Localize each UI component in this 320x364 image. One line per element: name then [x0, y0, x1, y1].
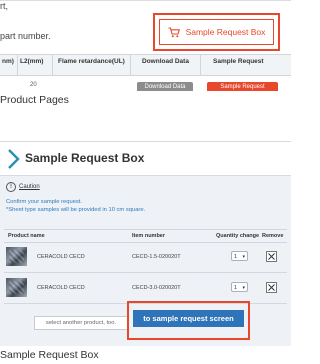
confirm-line1: Confirm your sample request. — [6, 199, 83, 205]
col-header-sample-request: Sample Request — [213, 58, 264, 65]
item-product-name: CERACOLD CECD — [37, 254, 85, 260]
header-quantity-change: Quantity change — [216, 233, 260, 239]
chevron-right-icon — [8, 149, 20, 169]
close-icon — [268, 284, 275, 291]
close-icon — [268, 253, 275, 260]
col-header-download: Download Data — [142, 58, 189, 65]
select-another-product-button[interactable]: select another product, too. — [34, 316, 128, 330]
info-icon: ! — [6, 182, 16, 192]
table-row: 20 Download Data Sample Request — [0, 75, 291, 91]
request-screen-highlight: to sample request screen — [127, 301, 250, 340]
caption-sample-request-box: Sample Request Box — [0, 349, 99, 361]
sample-request-button[interactable]: Sample Request — [207, 82, 278, 91]
sample-request-box-label: Sample Request Box — [185, 27, 266, 37]
confirm-line2: *Sheet type samples will be provided in … — [6, 207, 146, 213]
caution-label: Caution — [19, 184, 40, 190]
intro-text-line2: part number. — [0, 31, 51, 41]
item-product-name: CERACOLD CECD — [37, 285, 85, 291]
table-cell-value: 20 — [30, 82, 37, 88]
list-item: CERACOLD CECD CECD-1.5-020020T 1 ▾ — [4, 242, 287, 273]
remove-button[interactable] — [266, 282, 277, 293]
product-thumbnail — [6, 247, 27, 266]
quantity-value: 1 — [234, 285, 238, 291]
confirm-instructions: Confirm your sample request. *Sheet type… — [6, 198, 145, 214]
caution-link[interactable]: ! Caution — [6, 182, 40, 192]
sample-request-box-header: Sample Request Box — [0, 142, 291, 176]
sample-list-header: Product name Item number Quantity change… — [4, 229, 287, 243]
chevron-down-icon: ▾ — [242, 254, 245, 260]
header-remove: Remove — [262, 233, 284, 239]
header-item-number: Item number — [132, 233, 166, 239]
list-item: CERACOLD CECD CECD-3.0-020020T 1 ▾ — [4, 273, 287, 304]
quantity-select[interactable]: 1 ▾ — [231, 282, 248, 292]
sample-request-box-button[interactable]: Sample Request Box — [159, 19, 274, 45]
chevron-down-icon: ▾ — [242, 285, 245, 291]
caption-product-pages: Product Pages — [0, 94, 69, 106]
item-number: CECD-3.0-020020T — [132, 285, 181, 291]
item-number: CECD-1.5-020020T — [132, 254, 181, 260]
remove-button[interactable] — [266, 251, 277, 262]
product-table: nm) L2(mm) Flame retardance(UL) Download… — [0, 54, 291, 91]
quantity-select[interactable]: 1 ▾ — [231, 251, 248, 261]
cart-icon — [168, 26, 180, 38]
product-thumbnail — [6, 278, 27, 297]
download-data-button[interactable]: Download Data — [137, 82, 193, 91]
col-header-l1: nm) — [2, 58, 14, 65]
intro-text-line1: rt, — [0, 1, 8, 11]
product-page-screenshot: rt, part number. Sample Request Box nm) … — [0, 0, 291, 91]
to-sample-request-screen-button[interactable]: to sample request screen — [133, 310, 244, 327]
sample-request-box-highlight: Sample Request Box — [153, 13, 280, 51]
sample-request-box-screenshot: Sample Request Box ! Caution Confirm you… — [0, 141, 291, 346]
header-product-name: Product name — [8, 233, 45, 239]
col-header-l2: L2(mm) — [20, 58, 44, 65]
quantity-value: 1 — [234, 254, 238, 260]
col-header-flame: Flame retardance(UL) — [58, 58, 125, 65]
page-title: Sample Request Box — [25, 151, 145, 165]
